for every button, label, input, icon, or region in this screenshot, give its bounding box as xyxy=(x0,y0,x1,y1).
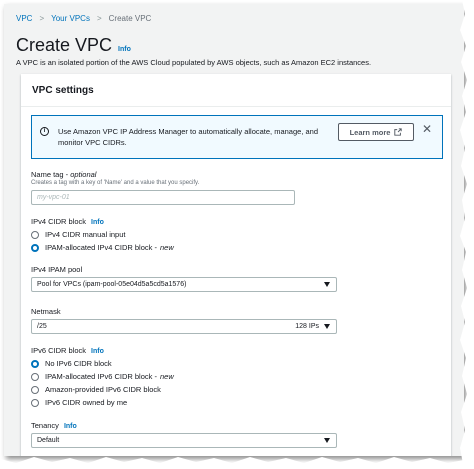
ipv6-cidr-label-text: IPv6 CIDR block xyxy=(31,346,87,355)
tenancy-value: Default xyxy=(37,437,60,444)
page-info-link[interactable]: Info xyxy=(118,46,131,53)
page-title: Create VPC xyxy=(16,35,113,55)
caret-down-icon xyxy=(324,282,330,287)
radio-ipv4-ipam[interactable]: IPAM-allocated IPv4 CIDR block - new xyxy=(31,243,174,252)
radio-label: IPv4 CIDR manual input xyxy=(45,230,125,239)
netmask-value: /25 xyxy=(37,323,47,330)
radio-ipv6-byoip[interactable]: IPv6 CIDR owned by me xyxy=(31,398,127,407)
ipv4-cidr-info-link[interactable]: Info xyxy=(91,219,104,226)
breadcrumb-vpc[interactable]: VPC xyxy=(16,14,32,23)
radio-ipv4-manual[interactable]: IPv4 CIDR manual input xyxy=(31,230,125,239)
ipam-pool-label: IPv4 IPAM pool xyxy=(31,265,83,274)
new-tag: new xyxy=(159,243,174,252)
radio-button[interactable] xyxy=(31,372,39,381)
new-tag: new xyxy=(159,372,174,381)
radio-button[interactable] xyxy=(31,385,39,394)
radio-button-selected[interactable] xyxy=(31,359,39,368)
tenancy-label-text: Tenancy xyxy=(31,421,59,430)
radio-ipv6-amazon[interactable]: Amazon-provided IPv6 CIDR block xyxy=(31,385,161,394)
netmask-ip-count: 128 IPs xyxy=(295,323,319,330)
radio-ipv6-none[interactable]: No IPv6 CIDR block xyxy=(31,359,112,368)
radio-label: Amazon-provided IPv6 CIDR block xyxy=(45,385,161,394)
radio-label: IPv6 CIDR owned by me xyxy=(45,398,127,407)
ipam-info-alert: i Use Amazon VPC IP Address Manager to a… xyxy=(31,115,443,159)
netmask-select[interactable]: /25 128 IPs xyxy=(31,319,337,334)
caret-down-icon xyxy=(324,438,330,443)
name-tag-hint: Creates a tag with a key of 'Name' and a… xyxy=(31,180,200,186)
name-tag-label-text: Name tag - xyxy=(31,170,69,179)
learn-more-button[interactable]: Learn more xyxy=(338,123,414,141)
screenshot-frame: VPC > Your VPCs > Create VPC Create VPC … xyxy=(4,4,464,456)
page-description: A VPC is an isolated portion of the AWS … xyxy=(16,58,372,67)
vpc-settings-panel: VPC settings i Use Amazon VPC IP Address… xyxy=(21,74,451,456)
radio-label: IPAM-allocated IPv6 CIDR block - new xyxy=(45,372,174,381)
tenancy-label: Tenancy Info xyxy=(31,421,77,430)
radio-text: IPAM-allocated IPv4 CIDR block - xyxy=(45,243,157,252)
radio-ipv6-ipam[interactable]: IPAM-allocated IPv6 CIDR block - new xyxy=(31,372,174,381)
netmask-label: Netmask xyxy=(31,307,61,316)
torn-edge-bottom xyxy=(0,457,474,469)
ipv4-cidr-label-text: IPv4 CIDR block xyxy=(31,217,87,226)
ipv6-cidr-label: IPv6 CIDR block Info xyxy=(31,346,104,355)
radio-button[interactable] xyxy=(31,398,39,407)
radio-button[interactable] xyxy=(31,230,39,239)
name-tag-input[interactable]: my-vpc-01 xyxy=(31,190,295,205)
close-icon[interactable]: ✕ xyxy=(422,122,432,136)
ipv4-cidr-label: IPv4 CIDR block Info xyxy=(31,217,104,226)
radio-button-selected[interactable] xyxy=(31,243,39,252)
name-tag-label: Name tag - optional xyxy=(31,170,96,179)
page-title-row: Create VPC Info xyxy=(16,35,131,56)
info-circle-icon: i xyxy=(40,127,49,136)
radio-text: IPv4 CIDR manual input xyxy=(45,230,126,239)
breadcrumb: VPC > Your VPCs > Create VPC xyxy=(16,14,151,23)
breadcrumb-current: Create VPC xyxy=(108,14,152,23)
name-tag-placeholder: my-vpc-01 xyxy=(37,194,70,201)
radio-text: No IPv6 CIDR block xyxy=(45,359,112,368)
caret-down-icon xyxy=(324,324,330,329)
chevron-right-icon: > xyxy=(96,14,102,23)
tenancy-select[interactable]: Default xyxy=(31,433,337,448)
panel-title: VPC settings xyxy=(32,85,94,96)
breadcrumb-your-vpcs[interactable]: Your VPCs xyxy=(51,14,90,23)
radio-label: No IPv6 CIDR block xyxy=(45,359,112,368)
radio-text: Amazon-provided IPv6 CIDR block xyxy=(45,385,161,394)
ipam-pool-value: Pool for VPCs (ipam-pool-05e04d5a5cd5a15… xyxy=(37,281,187,288)
radio-label: IPAM-allocated IPv4 CIDR block - new xyxy=(45,243,174,252)
ipam-pool-select[interactable]: Pool for VPCs (ipam-pool-05e04d5a5cd5a15… xyxy=(31,277,337,292)
optional-text: optional xyxy=(70,170,97,179)
radio-text: IPv6 CIDR owned by me xyxy=(45,398,128,407)
alert-text: Use Amazon VPC IP Address Manager to aut… xyxy=(58,127,319,147)
radio-text: IPAM-allocated IPv6 CIDR block - xyxy=(45,372,157,381)
learn-more-label: Learn more xyxy=(349,127,391,137)
tenancy-info-link[interactable]: Info xyxy=(64,423,77,430)
external-link-icon xyxy=(394,128,403,136)
chevron-right-icon: > xyxy=(39,14,45,23)
panel-divider xyxy=(21,106,451,107)
ipv6-cidr-info-link[interactable]: Info xyxy=(91,348,104,355)
torn-edge-right xyxy=(460,0,474,469)
